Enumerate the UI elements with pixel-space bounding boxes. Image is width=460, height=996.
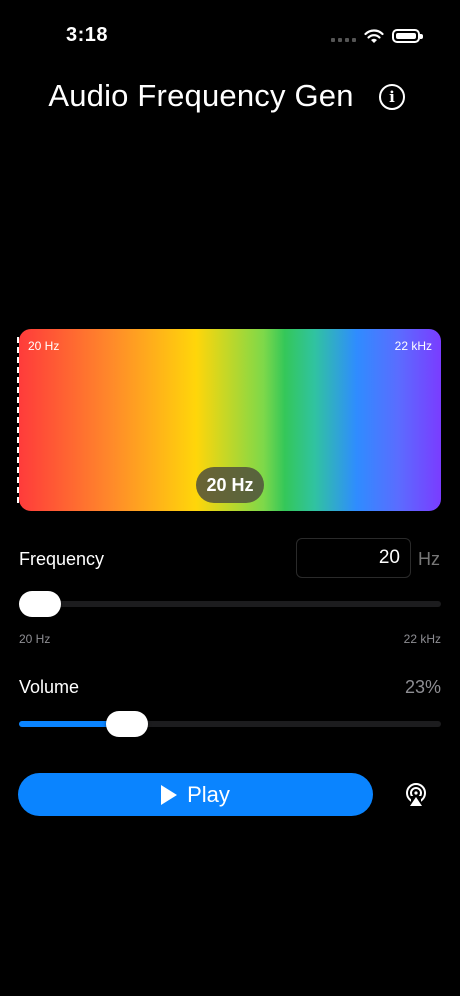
frequency-range-min: 20 Hz [19, 632, 51, 646]
airplay-audio-icon[interactable] [403, 783, 429, 807]
status-icons [331, 28, 423, 44]
spectrum-position-marker [17, 337, 19, 503]
battery-icon [392, 29, 423, 43]
frequency-label: Frequency [19, 549, 105, 569]
play-button[interactable]: Play [18, 773, 373, 816]
volume-slider-thumb[interactable] [106, 711, 149, 737]
play-icon [161, 784, 178, 805]
current-frequency-badge: 20 Hz [196, 467, 264, 503]
frequency-unit: Hz [418, 549, 440, 569]
volume-label: Volume [19, 677, 80, 697]
frequency-range-max: 22 kHz [403, 632, 441, 646]
info-icon[interactable]: i [379, 84, 405, 110]
status-time: 3:18 [66, 24, 109, 46]
cellular-dots-icon [331, 30, 356, 42]
page-title: Audio Frequency Gen [48, 78, 354, 113]
spectrum-max-label: 22 kHz [394, 339, 432, 353]
frequency-slider-track[interactable] [19, 601, 441, 607]
frequency-slider-thumb[interactable] [19, 591, 61, 617]
play-button-label: Play [187, 781, 230, 807]
wifi-icon [364, 29, 384, 43]
frequency-input[interactable] [296, 538, 411, 578]
volume-value: 23% [404, 677, 441, 697]
spectrum-min-label: 20 Hz [28, 339, 60, 353]
